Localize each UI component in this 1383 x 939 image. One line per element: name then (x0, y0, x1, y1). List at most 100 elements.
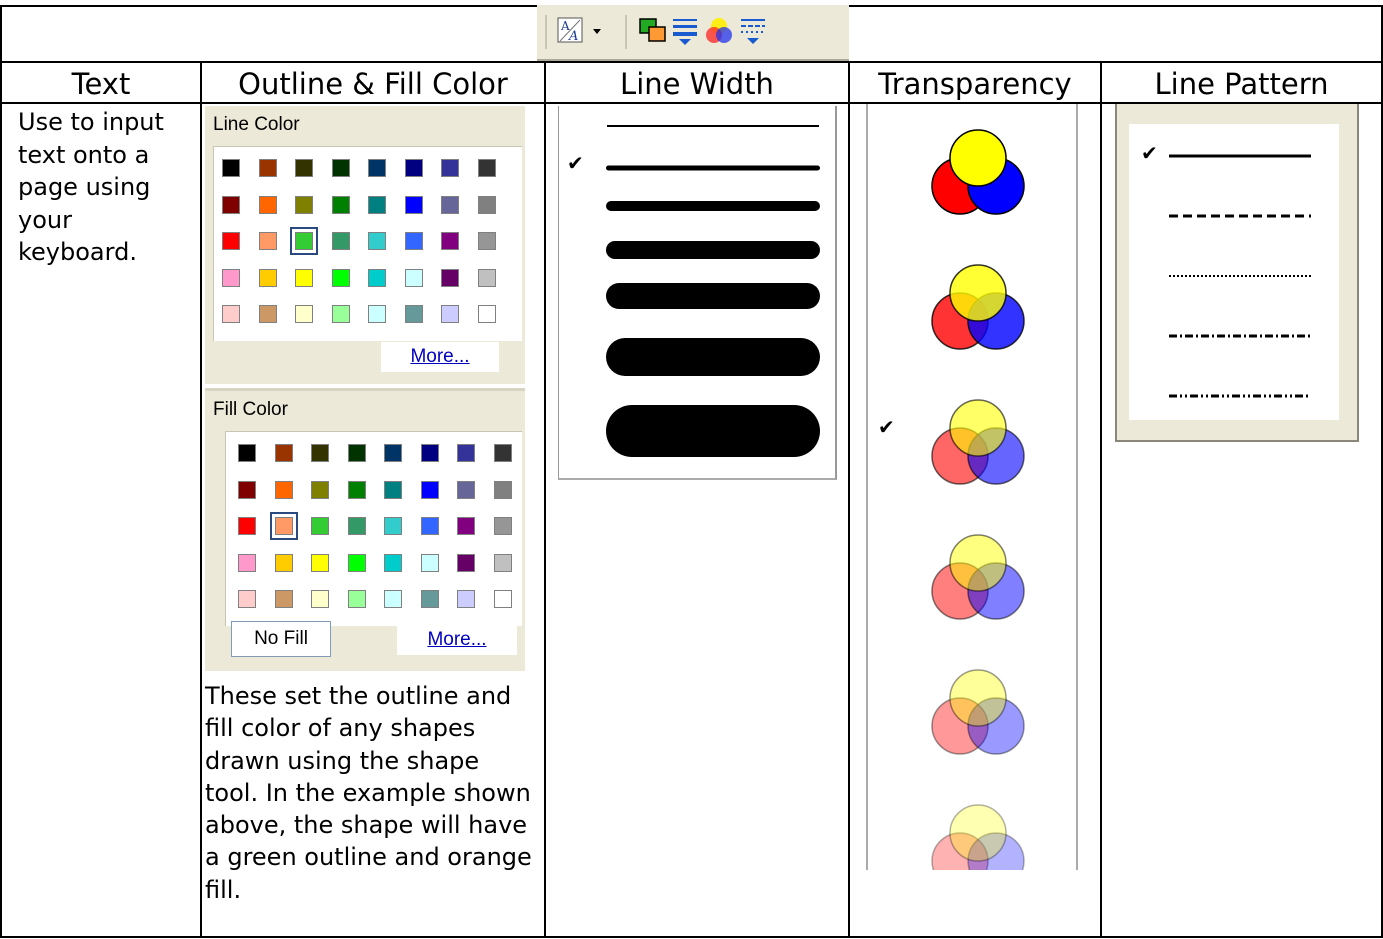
color-swatch[interactable] (493, 480, 512, 499)
color-swatch[interactable] (404, 195, 423, 214)
color-swatch[interactable] (311, 590, 329, 608)
color-swatch[interactable] (457, 553, 475, 572)
fill-color-more-link[interactable]: More... (397, 625, 517, 655)
color-swatch[interactable] (384, 590, 402, 608)
color-swatch[interactable] (457, 444, 475, 462)
color-swatch[interactable] (295, 268, 313, 287)
color-swatch[interactable] (493, 553, 512, 572)
color-swatch[interactable] (404, 268, 423, 287)
color-swatch[interactable] (347, 590, 366, 608)
color-swatch[interactable] (404, 232, 423, 250)
color-swatch[interactable] (331, 268, 350, 287)
color-swatch[interactable] (238, 553, 256, 572)
color-swatch[interactable] (477, 195, 496, 214)
color-swatch[interactable] (441, 159, 459, 177)
color-swatch[interactable] (477, 268, 496, 287)
color-swatch[interactable] (222, 195, 240, 214)
color-swatch[interactable] (269, 512, 298, 540)
transparency-option[interactable] (931, 804, 1025, 890)
color-swatch[interactable] (258, 232, 277, 250)
color-swatch[interactable] (311, 480, 329, 499)
color-swatch[interactable] (347, 517, 366, 535)
color-swatch[interactable] (347, 553, 366, 572)
color-swatch[interactable] (384, 517, 402, 535)
color-swatch[interactable] (493, 590, 512, 608)
color-swatch[interactable] (274, 480, 293, 499)
color-swatch[interactable] (295, 305, 313, 323)
line-color-palette: Line Color More... (205, 106, 525, 384)
color-swatch[interactable] (238, 517, 256, 535)
color-swatch[interactable] (274, 553, 293, 572)
color-swatch[interactable] (331, 159, 350, 177)
color-swatch[interactable] (441, 232, 459, 250)
color-swatch[interactable] (331, 195, 350, 214)
color-swatch[interactable] (258, 305, 277, 323)
color-swatch[interactable] (441, 305, 459, 323)
dropdown-arrow-icon[interactable] (589, 15, 605, 47)
color-swatch[interactable] (420, 590, 439, 608)
color-swatch[interactable] (274, 444, 293, 462)
text-style-icon[interactable]: A A (555, 15, 587, 47)
color-swatch[interactable] (222, 159, 240, 177)
color-swatch[interactable] (222, 305, 240, 323)
transparency-option[interactable] (931, 399, 1025, 485)
color-swatch[interactable] (368, 159, 386, 177)
color-swatch[interactable] (441, 268, 459, 287)
color-swatch[interactable] (368, 195, 386, 214)
color-swatch[interactable] (368, 305, 386, 323)
line-pattern-options: ✔ (1141, 141, 1311, 398)
color-swatch[interactable] (477, 305, 496, 323)
no-fill-button[interactable]: No Fill (231, 621, 331, 657)
color-swatch[interactable] (404, 305, 423, 323)
line-width-icon[interactable] (669, 15, 701, 47)
column-divider (544, 61, 546, 938)
outline-fill-color-icon[interactable] (637, 15, 669, 47)
color-swatch[interactable] (311, 553, 329, 572)
color-swatch[interactable] (311, 444, 329, 462)
color-swatch[interactable] (384, 480, 402, 499)
transparency-icon[interactable] (703, 15, 735, 47)
color-swatch[interactable] (238, 590, 256, 608)
color-swatch[interactable] (368, 232, 386, 250)
color-swatch[interactable] (274, 590, 293, 608)
color-swatch[interactable] (477, 159, 496, 177)
color-swatch[interactable] (457, 517, 475, 535)
color-swatch[interactable] (238, 480, 256, 499)
color-swatch[interactable] (368, 268, 386, 287)
transparency-option[interactable] (931, 534, 1025, 620)
color-swatch[interactable] (420, 480, 439, 499)
color-swatch[interactable] (311, 517, 329, 535)
color-swatch[interactable] (347, 480, 366, 499)
color-swatch[interactable] (222, 232, 240, 250)
color-swatch[interactable] (384, 444, 402, 462)
color-swatch[interactable] (493, 444, 512, 462)
outline-fill-description: These set the outline and fill color of … (205, 682, 532, 904)
color-swatch[interactable] (420, 517, 439, 535)
color-swatch[interactable] (404, 159, 423, 177)
color-swatch[interactable] (420, 553, 439, 572)
color-swatch[interactable] (477, 232, 496, 250)
color-swatch[interactable] (258, 159, 277, 177)
transparency-option[interactable] (931, 264, 1025, 350)
color-swatch[interactable] (493, 517, 512, 535)
color-swatch[interactable] (331, 232, 350, 250)
color-swatch[interactable] (258, 268, 277, 287)
transparency-option[interactable] (931, 669, 1025, 755)
color-swatch[interactable] (290, 227, 318, 255)
color-swatch[interactable] (420, 444, 439, 462)
color-swatch[interactable] (222, 268, 240, 287)
color-swatch[interactable] (441, 195, 459, 214)
color-swatch[interactable] (295, 159, 313, 177)
transparency-option[interactable] (931, 129, 1025, 215)
line-color-more-link[interactable]: More... (381, 342, 499, 372)
line-pattern-icon[interactable] (737, 15, 769, 47)
color-swatch[interactable] (457, 590, 475, 608)
color-swatch[interactable] (457, 480, 475, 499)
color-swatch[interactable] (347, 444, 366, 462)
color-swatch[interactable] (258, 195, 277, 214)
color-swatch[interactable] (238, 444, 256, 462)
color-swatch[interactable] (384, 553, 402, 572)
color-swatch[interactable] (331, 305, 350, 323)
color-swatch[interactable] (295, 195, 313, 214)
line-width-menu: ✔ (558, 106, 837, 480)
